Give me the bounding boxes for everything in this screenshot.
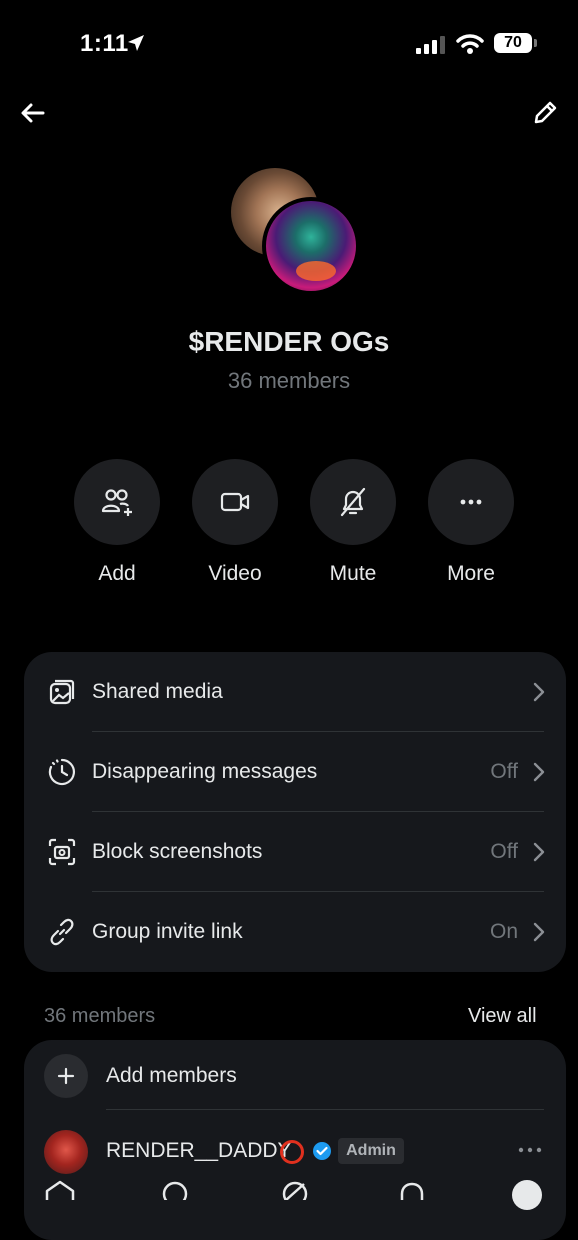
battery-indicator: 70: [494, 33, 532, 53]
add-members-label[interactable]: Add members: [106, 1064, 237, 1088]
video-icon: [220, 492, 250, 512]
group-title: $RENDER OGs: [188, 326, 390, 357]
cellular-signal-icon: [416, 36, 445, 54]
member-avatar[interactable]: [44, 1130, 88, 1174]
disappearing-messages-label: Disappearing messages: [92, 760, 318, 783]
red-circle-emoji: [280, 1140, 304, 1164]
disappearing-messages-row[interactable]: Disappearing messages Off: [24, 732, 566, 812]
add-action-label: Add: [98, 562, 136, 585]
plus-icon: [57, 1067, 75, 1085]
group-member-count: 36 members: [227, 368, 351, 393]
shared-media-label: Shared media: [92, 680, 223, 703]
back-arrow-icon[interactable]: [18, 98, 48, 128]
more-horizontal-icon: [460, 499, 482, 505]
grok-tab-icon[interactable]: [280, 1180, 312, 1200]
group-invite-link-row[interactable]: Group invite link On: [24, 892, 566, 972]
edit-pencil-icon[interactable]: [530, 98, 560, 128]
chevron-right-icon: [533, 922, 545, 942]
video-action-button[interactable]: [192, 459, 278, 545]
screenshot-camera-icon: [44, 834, 80, 870]
member-more-icon[interactable]: [516, 1140, 544, 1160]
members-section-header: 36 members: [44, 1005, 156, 1027]
mute-bell-icon: [340, 487, 366, 517]
block-screenshots-row[interactable]: Block screenshots Off: [24, 812, 566, 892]
video-action-label: Video: [208, 562, 262, 585]
chevron-right-icon: [533, 762, 545, 782]
battery-nub: [534, 39, 537, 47]
member-name[interactable]: RENDER__DADDY: [106, 1139, 292, 1163]
add-members-button[interactable]: [44, 1054, 88, 1098]
location-arrow-icon: [128, 35, 144, 51]
shared-media-icon: [44, 674, 80, 710]
more-action-button[interactable]: [428, 459, 514, 545]
block-screenshots-value: Off: [490, 840, 518, 863]
messages-tab-icon[interactable]: [512, 1180, 542, 1210]
link-icon: [44, 914, 80, 950]
home-tab-icon[interactable]: [44, 1180, 76, 1200]
admin-badge: Admin: [338, 1138, 404, 1164]
chevron-right-icon: [533, 842, 545, 862]
row-divider: [106, 1109, 544, 1110]
disappearing-messages-value: Off: [490, 760, 518, 783]
view-all-link[interactable]: View all: [468, 1005, 537, 1028]
shared-media-row[interactable]: Shared media: [24, 652, 566, 732]
verified-badge-icon: [313, 1142, 331, 1160]
add-people-icon: [101, 489, 132, 516]
timer-icon: [44, 754, 80, 790]
add-action-button[interactable]: [74, 459, 160, 545]
wifi-icon: [456, 34, 484, 54]
group-invite-link-value: On: [489, 920, 518, 943]
block-screenshots-label: Block screenshots: [92, 840, 263, 863]
more-action-label: More: [447, 562, 495, 585]
group-invite-link-label: Group invite link: [92, 920, 243, 943]
notifications-tab-icon[interactable]: [396, 1180, 428, 1200]
status-time: 1:11: [80, 30, 129, 57]
mute-action-label: Mute: [329, 562, 377, 585]
search-tab-icon[interactable]: [160, 1180, 192, 1200]
mute-action-button[interactable]: [310, 459, 396, 545]
chevron-right-icon: [533, 682, 545, 702]
group-avatar-member-2: [262, 197, 360, 295]
